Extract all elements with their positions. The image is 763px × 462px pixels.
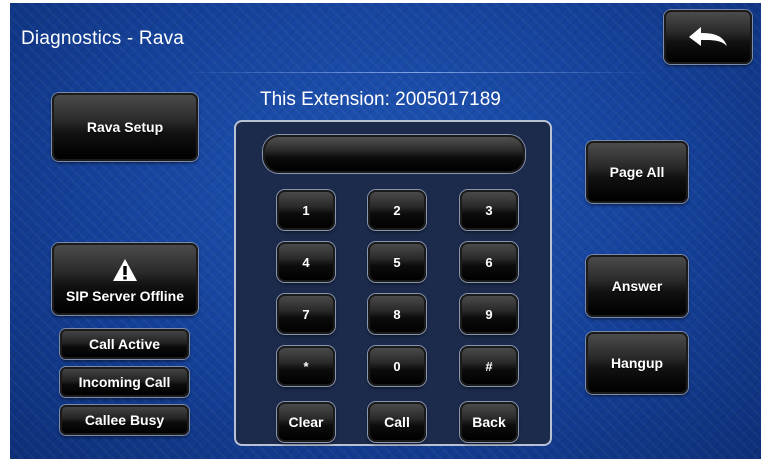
- call-active-label: Call Active: [88, 336, 161, 352]
- call-active-indicator: Call Active: [60, 329, 189, 359]
- call-button[interactable]: Call: [368, 402, 426, 442]
- key-7[interactable]: 7: [277, 294, 335, 334]
- callee-busy-label: Callee Busy: [84, 412, 165, 428]
- dial-keypad-panel: 1 2 3 4 5 6 7 8 9 * 0 # Clear Call Back: [234, 120, 552, 446]
- key-5[interactable]: 5: [368, 242, 426, 282]
- page-title: Diagnostics - Rava: [21, 28, 185, 49]
- hangup-button[interactable]: Hangup: [586, 332, 688, 394]
- rava-setup-button[interactable]: Rava Setup: [52, 93, 198, 161]
- key-0[interactable]: 0: [368, 346, 426, 386]
- sip-server-status-button[interactable]: SIP Server Offline: [52, 243, 198, 315]
- back-arrow-icon: [689, 27, 727, 46]
- callee-busy-indicator: Callee Busy: [60, 405, 189, 435]
- page-all-button[interactable]: Page All: [586, 141, 688, 203]
- key-4[interactable]: 4: [277, 242, 335, 282]
- sip-server-status-label: SIP Server Offline: [65, 288, 184, 304]
- header-divider: [178, 72, 653, 73]
- back-button[interactable]: [664, 10, 752, 64]
- incoming-call-label: Incoming Call: [78, 374, 171, 390]
- dial-number-display[interactable]: [263, 135, 525, 173]
- extension-label: This Extension: 2005017189: [260, 89, 501, 110]
- backspace-button[interactable]: Back: [460, 402, 518, 442]
- key-9[interactable]: 9: [460, 294, 518, 334]
- key-2[interactable]: 2: [368, 190, 426, 230]
- clear-button[interactable]: Clear: [277, 402, 335, 442]
- key-star[interactable]: *: [277, 346, 335, 386]
- key-pound[interactable]: #: [460, 346, 518, 386]
- key-8[interactable]: 8: [368, 294, 426, 334]
- warning-icon: [113, 259, 137, 281]
- page-all-label: Page All: [609, 164, 665, 180]
- answer-label: Answer: [611, 278, 663, 294]
- key-6[interactable]: 6: [460, 242, 518, 282]
- key-1[interactable]: 1: [277, 190, 335, 230]
- hangup-label: Hangup: [610, 355, 664, 371]
- diagnostics-screen: Diagnostics - Rava This Extension: 20050…: [10, 3, 761, 459]
- incoming-call-indicator: Incoming Call: [60, 367, 189, 397]
- answer-button[interactable]: Answer: [586, 255, 688, 317]
- rava-setup-label: Rava Setup: [86, 119, 164, 135]
- key-3[interactable]: 3: [460, 190, 518, 230]
